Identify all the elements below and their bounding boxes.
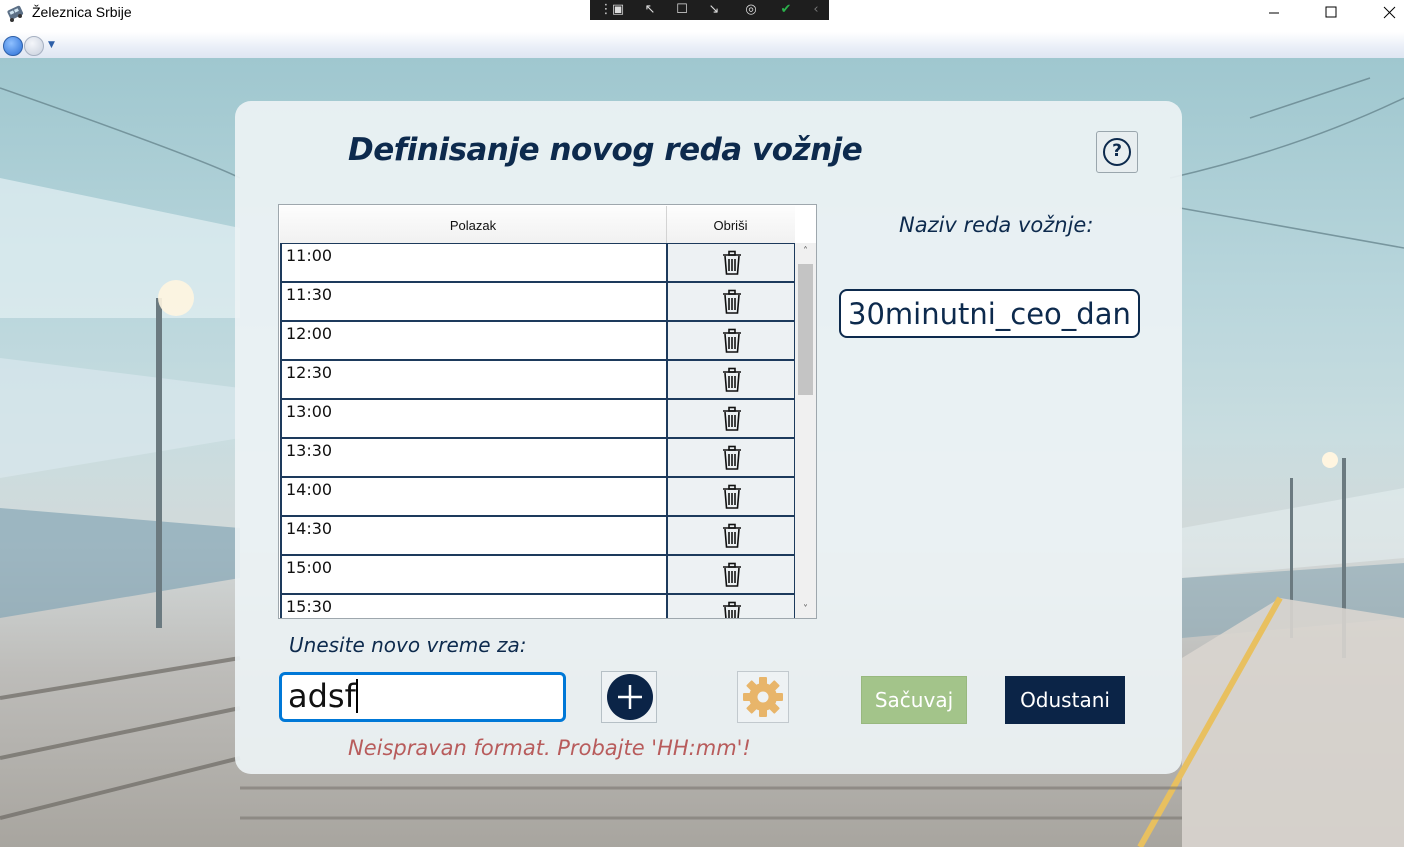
history-dropdown-icon[interactable]: ▼	[48, 40, 55, 50]
help-button[interactable]: ?	[1096, 131, 1138, 173]
departure-time: 12:30	[286, 363, 333, 382]
delete-row-button[interactable]	[666, 360, 795, 399]
departure-time: 13:00	[286, 402, 333, 421]
departure-time: 14:30	[286, 519, 333, 538]
save-button[interactable]: Sačuvaj	[861, 676, 967, 724]
delete-row-button[interactable]	[666, 516, 795, 555]
cancel-button[interactable]: Odustani	[1005, 676, 1125, 724]
delete-row-button[interactable]	[666, 555, 795, 594]
column-header-departure[interactable]: Polazak	[280, 206, 667, 243]
departure-time-cell[interactable]: 11:00	[280, 243, 668, 282]
vertical-scrollbar[interactable]: ˄ ˅	[795, 243, 816, 618]
maximize-icon[interactable]	[1302, 0, 1360, 28]
trash-icon	[721, 289, 743, 319]
collapse-icon[interactable]: ‹	[806, 1, 826, 19]
table-row[interactable]: 11:30	[280, 282, 795, 321]
live-tree-icon[interactable]: ▣	[608, 1, 628, 19]
timetable-name-field[interactable]: 30minutni_ceo_dan	[839, 289, 1140, 338]
departure-time-cell[interactable]: 14:30	[280, 516, 668, 555]
trash-icon	[721, 484, 743, 514]
validation-error-message: Neispravan format. Probajte 'HH:mm'!	[348, 736, 751, 760]
table-row[interactable]: 15:00	[280, 555, 795, 594]
timetable-name-label: Naziv reda vožnje:	[899, 213, 1094, 237]
trash-icon	[721, 601, 743, 618]
binding-icon[interactable]: ◎	[741, 1, 761, 19]
departure-time: 14:00	[286, 480, 333, 499]
table-row[interactable]: 13:00	[280, 399, 795, 438]
departure-time: 13:30	[286, 441, 333, 460]
trash-icon	[721, 445, 743, 475]
delete-row-button[interactable]	[666, 399, 795, 438]
table-row[interactable]: 13:30	[280, 438, 795, 477]
departure-time: 11:00	[286, 246, 333, 265]
table-row[interactable]: 14:00	[280, 477, 795, 516]
debug-toolbar: ⋮ ▣ ↖ ☐ ↘ ◎ ✔ ‹	[590, 0, 829, 20]
window-title: Železnica Srbije	[32, 4, 132, 20]
new-time-value: adsf	[288, 677, 356, 715]
generate-times-button[interactable]	[737, 671, 789, 723]
departure-time-cell[interactable]: 13:30	[280, 438, 668, 477]
departure-time-cell[interactable]: 15:30	[280, 594, 668, 618]
departures-table: Polazak Obriši 11:00 11:30 12:00 12:30 13:00…	[278, 204, 817, 619]
table-row[interactable]: 15:30	[280, 594, 795, 618]
departure-time-cell[interactable]: 13:00	[280, 399, 668, 438]
scroll-up-icon[interactable]: ˄	[795, 246, 816, 257]
add-time-button[interactable]	[601, 671, 657, 723]
new-time-input[interactable]: adsf	[279, 672, 566, 722]
title-bar: Železnica Srbije ⋮ ▣ ↖ ☐ ↘ ◎ ✔ ‹	[0, 0, 1404, 32]
new-time-label: Unesite novo vreme za:	[289, 633, 527, 657]
trash-icon	[721, 367, 743, 397]
page-title: Definisanje novog reda vožnje	[348, 132, 863, 168]
scroll-down-icon[interactable]: ˅	[795, 604, 816, 615]
delete-row-button[interactable]	[666, 438, 795, 477]
departure-time-cell[interactable]: 14:00	[280, 477, 668, 516]
table-row[interactable]: 11:00	[280, 243, 795, 282]
trash-icon	[721, 328, 743, 358]
departure-time-cell[interactable]: 15:00	[280, 555, 668, 594]
trash-icon	[721, 406, 743, 436]
check-icon[interactable]: ✔	[776, 1, 796, 19]
trash-icon	[721, 250, 743, 280]
column-header-delete[interactable]: Obriši	[667, 206, 794, 243]
scrollbar-thumb[interactable]	[798, 264, 813, 395]
select-element-icon[interactable]: ↖	[640, 1, 660, 19]
back-arrow-icon[interactable]	[3, 36, 23, 56]
departure-time-cell[interactable]: 12:00	[280, 321, 668, 360]
departure-time: 15:30	[286, 597, 333, 616]
trash-icon	[721, 523, 743, 553]
train-app-icon	[7, 5, 24, 22]
help-icon: ?	[1103, 138, 1131, 166]
delete-row-button[interactable]	[666, 282, 795, 321]
text-caret	[355, 679, 358, 713]
departure-time: 12:00	[286, 324, 333, 343]
trash-icon	[721, 562, 743, 592]
departure-time-cell[interactable]: 11:30	[280, 282, 668, 321]
track-focus-icon[interactable]: ↘	[704, 1, 724, 19]
plus-icon	[607, 674, 653, 720]
departure-time: 15:00	[286, 558, 333, 577]
departure-time: 11:30	[286, 285, 333, 304]
delete-row-button[interactable]	[666, 321, 795, 360]
delete-row-button[interactable]	[666, 594, 795, 618]
table-row[interactable]: 14:30	[280, 516, 795, 555]
table-body: 11:00 11:30 12:00 12:30 13:00 13:30 14:00 14:30…	[280, 243, 795, 618]
table-header: Polazak Obriši	[280, 206, 795, 244]
delete-row-button[interactable]	[666, 243, 795, 282]
gear-icon	[743, 677, 783, 717]
departure-time-cell[interactable]: 12:30	[280, 360, 668, 399]
table-row[interactable]: 12:30	[280, 360, 795, 399]
navigation-bar: ▼	[0, 32, 1404, 59]
layout-adorner-icon[interactable]: ☐	[672, 1, 692, 19]
close-icon[interactable]	[1360, 0, 1404, 28]
table-row[interactable]: 12:00	[280, 321, 795, 360]
delete-row-button[interactable]	[666, 477, 795, 516]
minimize-icon[interactable]	[1245, 0, 1303, 28]
forward-arrow-icon[interactable]	[24, 36, 44, 56]
